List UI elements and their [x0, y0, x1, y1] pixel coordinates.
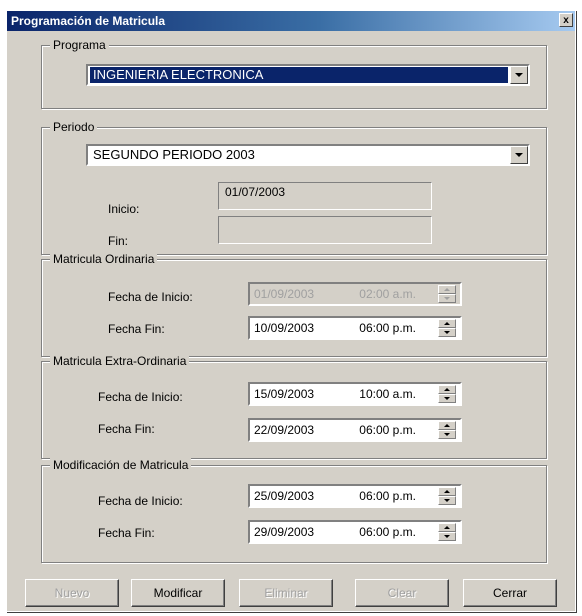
- periodo-selected-value: SEGUNDO PERIODO 2003: [93, 147, 255, 162]
- eliminar-button[interactable]: Eliminar: [239, 579, 333, 607]
- modificacion-start-date[interactable]: 25/09/2003: [254, 489, 314, 503]
- spin-down-icon[interactable]: [438, 496, 456, 505]
- ordinaria-end-date[interactable]: 10/09/2003: [254, 321, 314, 335]
- extraordinaria-end-datetime[interactable]: 22/09/2003 06:00 p.m.: [248, 418, 462, 442]
- ordinaria-start-label: Fecha de Inicio:: [108, 290, 193, 304]
- modificacion-end-datetime[interactable]: 29/09/2003 06:00 p.m.: [248, 520, 462, 544]
- inicio-value: 01/07/2003: [218, 182, 432, 210]
- modificacion-start-datetime[interactable]: 25/09/2003 06:00 p.m.: [248, 484, 462, 508]
- ordinaria-end-time[interactable]: 06:00 p.m.: [359, 321, 416, 335]
- extraordinaria-legend: Matricula Extra-Ordinaria: [50, 354, 190, 368]
- programa-selected-value: INGENIERIA ELECTRONICA: [90, 67, 508, 83]
- periodo-legend: Periodo: [50, 120, 98, 134]
- ordinaria-end-label: Fecha Fin:: [108, 322, 165, 336]
- modificacion-group: Modificación de Matricula Fecha de Inici…: [41, 458, 547, 563]
- ordinaria-group: Matricula Ordinaria Fecha de Inicio: 01/…: [41, 252, 547, 357]
- inicio-label: Inicio:: [108, 202, 140, 216]
- extraordinaria-group: Matricula Extra-Ordinaria Fecha de Inici…: [41, 354, 547, 459]
- spin-up-icon[interactable]: [438, 487, 456, 496]
- ordinaria-end-datetime[interactable]: 10/09/2003 06:00 p.m.: [248, 316, 462, 340]
- fin-value: [218, 216, 432, 244]
- modificacion-start-label: Fecha de Inicio:: [98, 494, 183, 508]
- spin-up-icon: [438, 285, 456, 294]
- ordinaria-start-date: 01/09/2003: [254, 287, 315, 301]
- spin-down-icon[interactable]: [438, 430, 456, 439]
- programa-legend: Programa: [50, 38, 109, 52]
- ordinaria-start-time: 02:00 a.m.: [359, 287, 416, 301]
- extraordinaria-end-spinner[interactable]: [438, 421, 456, 439]
- extraordinaria-end-date[interactable]: 22/09/2003: [254, 423, 314, 437]
- window-title: Programación de Matricula: [11, 14, 166, 28]
- modificacion-legend: Modificación de Matricula: [50, 458, 192, 472]
- spin-up-icon[interactable]: [438, 385, 456, 394]
- modificacion-end-date[interactable]: 29/09/2003: [254, 525, 314, 539]
- extraordinaria-start-datetime[interactable]: 15/09/2003 10:00 a.m.: [248, 382, 462, 406]
- programa-dropdown-button[interactable]: [510, 66, 528, 84]
- extraordinaria-start-time[interactable]: 10:00 a.m.: [359, 387, 416, 401]
- periodo-dropdown-button[interactable]: [510, 146, 528, 164]
- ordinaria-end-spinner[interactable]: [438, 319, 456, 337]
- ordinaria-start-datetime: 01/09/2003 02:00 a.m.: [248, 282, 462, 306]
- extraordinaria-end-label: Fecha Fin:: [98, 422, 155, 436]
- spin-down-icon: [438, 294, 456, 303]
- close-button[interactable]: x: [559, 13, 573, 27]
- extraordinaria-start-date[interactable]: 15/09/2003: [254, 387, 314, 401]
- programa-select[interactable]: INGENIERIA ELECTRONICA: [86, 64, 530, 86]
- extraordinaria-start-label: Fecha de Inicio:: [98, 390, 183, 404]
- clear-button[interactable]: Clear: [355, 579, 449, 607]
- modificacion-end-time[interactable]: 06:00 p.m.: [359, 525, 416, 539]
- close-icon: x: [563, 15, 569, 26]
- spin-up-icon[interactable]: [438, 421, 456, 430]
- periodo-group: Periodo SEGUNDO PERIODO 2003 Inicio: 01/…: [41, 120, 547, 255]
- modificacion-end-label: Fecha Fin:: [98, 526, 155, 540]
- programacion-window: Programación de Matricula x Programa ING…: [6, 10, 576, 612]
- modificacion-start-time[interactable]: 06:00 p.m.: [359, 489, 416, 503]
- spin-up-icon[interactable]: [438, 523, 456, 532]
- modificacion-end-spinner[interactable]: [438, 523, 456, 541]
- nuevo-button[interactable]: Nuevo: [25, 579, 119, 607]
- programa-group: Programa INGENIERIA ELECTRONICA: [41, 38, 547, 109]
- cerrar-button[interactable]: Cerrar: [463, 579, 557, 607]
- ordinaria-legend: Matricula Ordinaria: [50, 252, 158, 266]
- periodo-select[interactable]: SEGUNDO PERIODO 2003: [86, 144, 530, 166]
- modificar-button[interactable]: Modificar: [131, 579, 225, 607]
- ordinaria-start-spinner: [438, 285, 456, 303]
- extraordinaria-end-time[interactable]: 06:00 p.m.: [359, 423, 416, 437]
- spin-down-icon[interactable]: [438, 532, 456, 541]
- extraordinaria-start-spinner[interactable]: [438, 385, 456, 403]
- spin-down-icon[interactable]: [438, 328, 456, 337]
- spin-up-icon[interactable]: [438, 319, 456, 328]
- title-bar: Programación de Matricula x: [7, 11, 575, 31]
- spin-down-icon[interactable]: [438, 394, 456, 403]
- modificacion-start-spinner[interactable]: [438, 487, 456, 505]
- fin-label: Fin:: [108, 234, 129, 248]
